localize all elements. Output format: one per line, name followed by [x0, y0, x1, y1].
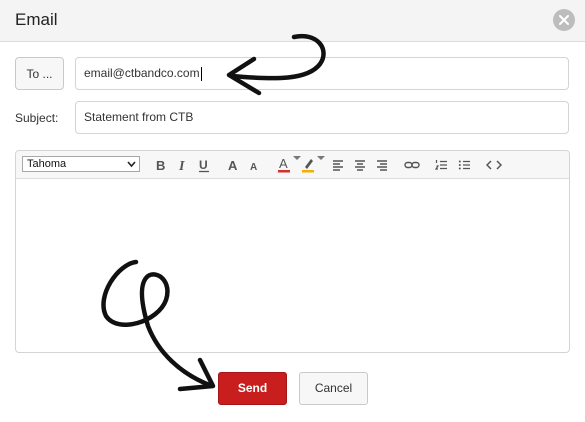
- svg-text:A: A: [279, 156, 288, 171]
- email-dialog: Email To ... email@ctbandco.com Subject:…: [0, 0, 585, 422]
- unordered-list-icon[interactable]: [458, 157, 471, 173]
- highlight-color-icon[interactable]: [302, 154, 328, 174]
- editor-toolbar: Tahoma B I U A A A: [16, 151, 569, 179]
- cancel-button[interactable]: Cancel: [299, 372, 368, 405]
- svg-text:U: U: [199, 158, 208, 172]
- svg-text:B: B: [156, 158, 165, 173]
- chevron-down-icon: [127, 161, 136, 168]
- font-color-icon[interactable]: A: [278, 154, 302, 174]
- svg-text:A: A: [250, 162, 257, 173]
- align-right-icon[interactable]: [376, 157, 388, 173]
- text-cursor: [200, 66, 202, 81]
- svg-text:A: A: [228, 158, 238, 173]
- subject-field[interactable]: Statement from CTB: [75, 101, 569, 134]
- align-left-icon[interactable]: [332, 157, 344, 173]
- bold-icon[interactable]: B: [155, 157, 167, 173]
- to-button[interactable]: To ...: [15, 57, 64, 90]
- close-button[interactable]: [553, 9, 575, 31]
- font-size-decrease-icon[interactable]: A: [249, 157, 261, 173]
- source-code-icon[interactable]: [486, 157, 502, 173]
- send-button[interactable]: Send: [218, 372, 287, 405]
- font-family-value: Tahoma: [27, 158, 67, 170]
- to-value: email@ctbandco.com: [84, 66, 200, 80]
- close-icon: [559, 15, 569, 25]
- message-body-editor[interactable]: [16, 179, 569, 352]
- align-center-icon[interactable]: [354, 157, 366, 173]
- italic-icon[interactable]: I: [177, 157, 189, 173]
- to-field[interactable]: email@ctbandco.com: [75, 57, 569, 90]
- link-icon[interactable]: [404, 157, 420, 173]
- subject-label: Subject:: [15, 111, 59, 125]
- dialog-titlebar: Email: [0, 0, 585, 42]
- svg-text:I: I: [178, 159, 185, 173]
- underline-icon[interactable]: U: [198, 157, 210, 173]
- subject-value: Statement from CTB: [84, 110, 194, 124]
- ordered-list-icon[interactable]: [435, 157, 448, 173]
- font-size-increase-icon[interactable]: A: [227, 157, 241, 173]
- dialog-title: Email: [15, 10, 58, 29]
- rich-text-editor: Tahoma B I U A A A: [15, 150, 570, 353]
- font-family-select[interactable]: Tahoma: [22, 156, 140, 172]
